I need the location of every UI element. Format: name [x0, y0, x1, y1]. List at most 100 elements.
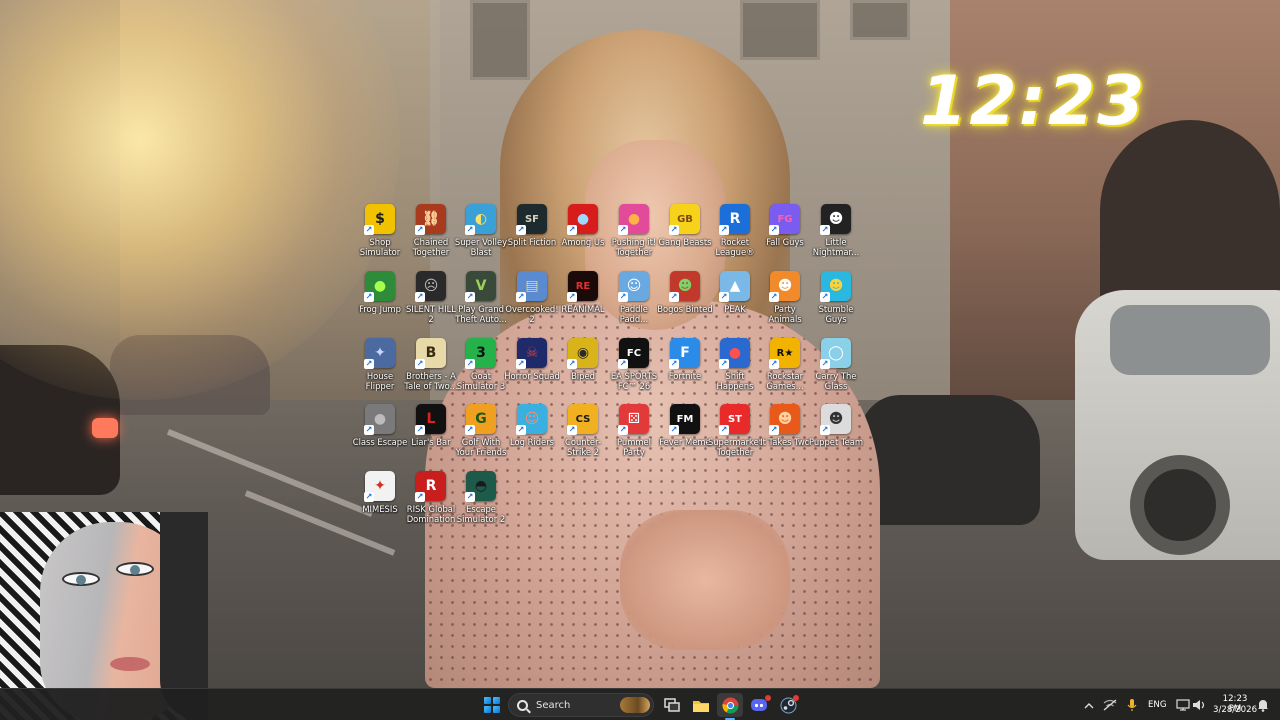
gta-five-icon: V ↗ — [465, 271, 496, 302]
search-highlight-image-icon — [620, 697, 650, 713]
desktop-icon-gang-beasts[interactable]: GB ↗ Gang Beasts — [659, 204, 711, 266]
desktop-icon-mimesis[interactable]: ✦ ↗ MIMESIS — [354, 471, 406, 533]
mimesis-bird-icon: ✦ ↗ — [364, 471, 395, 502]
shortcut-arrow-icon: ↗ — [820, 359, 830, 369]
desktop-icon-label: Rocket League® — [715, 237, 755, 257]
desktop-icon-label: Shop Simulator — [359, 237, 401, 257]
taskbar-clock-date[interactable]: 3/28/2026 — [1213, 705, 1257, 715]
desktop-icon-label: Shift Happens — [716, 371, 754, 391]
desktop-icon-puppet-team[interactable]: ☻ ↗ Puppet Team — [809, 404, 863, 466]
desktop-icon-rocket-league[interactable]: R ↗ Rocket League® — [709, 204, 761, 266]
pushing-blob-icon: ● ↗ — [618, 204, 649, 235]
shortcut-arrow-icon: ↗ — [618, 359, 628, 369]
notification-center-icon[interactable] — [1256, 698, 1270, 712]
desktop-icon-super-volley-blast[interactable]: ◐ ↗ Super Volley Blast — [455, 204, 507, 266]
shortcut-arrow-icon: ↗ — [364, 359, 374, 369]
wallpaper-car — [860, 395, 1040, 525]
input-language-indicator[interactable]: ENG — [1148, 700, 1167, 710]
desktop-icon-liars-bar[interactable]: L ↗ Liar's Bar — [405, 404, 457, 466]
desktop-icon-among-us[interactable]: ● ↗ Among Us — [557, 204, 609, 266]
desktop-icon-counter-strike-2[interactable]: CS ↗ Counter-Strike 2 — [557, 404, 609, 466]
reanimal-icon: RE ↗ — [567, 271, 598, 302]
desktop-icon-silent-hill-2[interactable]: ☹ ↗ SILENT HILL 2 — [405, 271, 457, 333]
desktop-icon-log-riders[interactable]: ☺ ↗ Log Riders — [506, 404, 558, 466]
shortcut-arrow-icon: ↗ — [364, 225, 374, 235]
chrome-button[interactable] — [717, 693, 743, 717]
desktop-icon-supermarket-together[interactable]: ST ↗ Supermarket Together — [708, 404, 762, 466]
desktop-icon-bogos-binted[interactable]: ☻ ↗ Bogos Binted — [657, 271, 713, 333]
desktop-icon-golf-with-your-friends[interactable]: G ↗ Golf With Your Friends — [455, 404, 507, 466]
desktop-icon-label: Carry The Glass — [815, 371, 857, 391]
biped-robot-icon: ◉ ↗ — [567, 338, 598, 369]
ea-fc-icon: FC ↗ — [618, 338, 649, 369]
little-nightmares-icon: ☻ ↗ — [820, 204, 851, 235]
log-riders-icon: ☺ ↗ — [516, 404, 547, 435]
file-explorer-button[interactable] — [688, 693, 714, 717]
shortcut-arrow-icon: ↗ — [364, 425, 374, 435]
desktop-icon-escape-simulator-2[interactable]: ◓ ↗ Escape Simulator 2 — [455, 471, 507, 533]
shortcut-arrow-icon: ↗ — [567, 225, 577, 235]
desktop-icon-brothers[interactable]: B ↗ Brothers - A Tale of Two... — [404, 338, 458, 400]
desktop-icon-ea-fc-26[interactable]: FC ↗ EA SPORTS FC™ 26 — [608, 338, 660, 400]
wallpaper-window — [850, 0, 910, 40]
desktop-icon-label: Bogos Binted — [657, 304, 713, 314]
desktop-icon-peak[interactable]: ▲ ↗ PEAK — [709, 271, 761, 333]
taskbar-search-box[interactable]: Search — [508, 693, 654, 717]
webcam-lips — [110, 657, 150, 671]
wallpaper-car-window — [1110, 305, 1270, 375]
desktop-icon-pummel-party[interactable]: ⚄ ↗ Pummel Party — [608, 404, 660, 466]
desktop-icon-fortnite[interactable]: F ↗ Fortnite — [659, 338, 711, 400]
notification-badge — [793, 695, 799, 701]
horror-squad-icon: ☠ ↗ — [516, 338, 547, 369]
desktop-icon-shop-simulator[interactable]: $ ↗ Shop Simulator — [354, 204, 406, 266]
desktop-icon-rockstar-games[interactable]: R★ ↗ Rockstar Games... — [759, 338, 811, 400]
desktop-icon-label: Goat Simulator 3 — [456, 371, 506, 391]
desktop-icon-fall-guys[interactable]: FG ↗ Fall Guys — [759, 204, 811, 266]
desktop-icon-house-flipper[interactable]: ✦ ↗ House Flipper — [354, 338, 406, 400]
desktop-icon-goat-simulator-3[interactable]: 3 ↗ Goat Simulator 3 — [455, 338, 507, 400]
desktop-icon-gta-v[interactable]: V ↗ Play Grand Theft Auto... — [455, 271, 507, 333]
shortcut-arrow-icon: ↗ — [364, 292, 374, 302]
desktop-icon-fever-meme[interactable]: FM ↗ Fever Meme — [659, 404, 711, 466]
desktop-icon-horror-squad[interactable]: ☠ ↗ Horror Squad — [504, 338, 560, 400]
desktop-icon-biped[interactable]: ◉ ↗ Biped — [557, 338, 609, 400]
shortcut-arrow-icon: ↗ — [820, 292, 830, 302]
start-button[interactable] — [479, 693, 505, 717]
desktop-icon-it-takes-two[interactable]: ☻ ↗ It Takes Two — [759, 404, 811, 466]
desktop-icon-shift-happens[interactable]: ● ↗ Shift Happens — [709, 338, 761, 400]
desktop-icon-paddle-paddle[interactable]: ☺ ↗ Paddle Padd... — [608, 271, 660, 333]
desktop-icon-label: Brothers - A Tale of Two... — [404, 371, 458, 391]
task-view-button[interactable] — [659, 693, 685, 717]
desktop-icon-reanimal[interactable]: RE ↗ REANIMAL — [557, 271, 609, 333]
desktop-icon-class-escape[interactable]: ● ↗ Class Escape — [353, 404, 407, 466]
desktop-icon-pushing-it-together[interactable]: ● ↗ Pushing it! Together — [608, 204, 660, 266]
desktop-icon-label: Split Fiction — [507, 237, 557, 247]
desktop-icon-label: Super Volley Blast — [454, 237, 508, 257]
network-display-icon[interactable] — [1176, 698, 1190, 712]
microphone-icon[interactable] — [1125, 698, 1139, 712]
steam-button[interactable] — [775, 693, 801, 717]
desktop-icon-label: Fortnite — [668, 371, 702, 381]
desktop-icon-little-nightmares[interactable]: ☻ ↗ Little Nightmar... — [810, 204, 862, 266]
desktop-icon-chained-together[interactable]: ⛓ ↗ Chained Together — [405, 204, 457, 266]
network-disconnected-icon[interactable] — [1103, 698, 1117, 712]
rockstar-logo-icon: R★ ↗ — [769, 338, 800, 369]
shortcut-arrow-icon: ↗ — [669, 225, 679, 235]
desktop-icon-frog-jump[interactable]: ● ↗ Frog Jump — [354, 271, 406, 333]
shortcut-arrow-icon: ↗ — [618, 425, 628, 435]
discord-button[interactable] — [746, 693, 772, 717]
shortcut-arrow-icon: ↗ — [415, 292, 425, 302]
desktop-icon-label: Party Animals — [768, 304, 802, 324]
desktop-icon-split-fiction[interactable]: SF ↗ Split Fiction — [506, 204, 558, 266]
desktop-icon-carry-the-glass[interactable]: ◯ ↗ Carry The Glass — [810, 338, 862, 400]
desktop-icon-stumble-guys[interactable]: ☻ ↗ Stumble Guys — [810, 271, 862, 333]
shortcut-arrow-icon: ↗ — [465, 225, 475, 235]
class-escape-icon: ● ↗ — [364, 404, 395, 435]
desktop-icon-overcooked-2[interactable]: ▤ ↗ Overcooked! 2 — [505, 271, 559, 333]
volume-icon[interactable] — [1192, 698, 1206, 712]
desktop-icon-label: Chained Together — [412, 237, 450, 257]
show-hidden-icons-chevron-icon[interactable] — [1082, 698, 1096, 712]
desktop-icon-party-animals[interactable]: ☻ ↗ Party Animals — [759, 271, 811, 333]
desktop-icon-risk-global-domination[interactable]: R ↗ RISK Global Domination — [405, 471, 457, 533]
desktop-icon-label: Liar's Bar — [411, 437, 451, 447]
